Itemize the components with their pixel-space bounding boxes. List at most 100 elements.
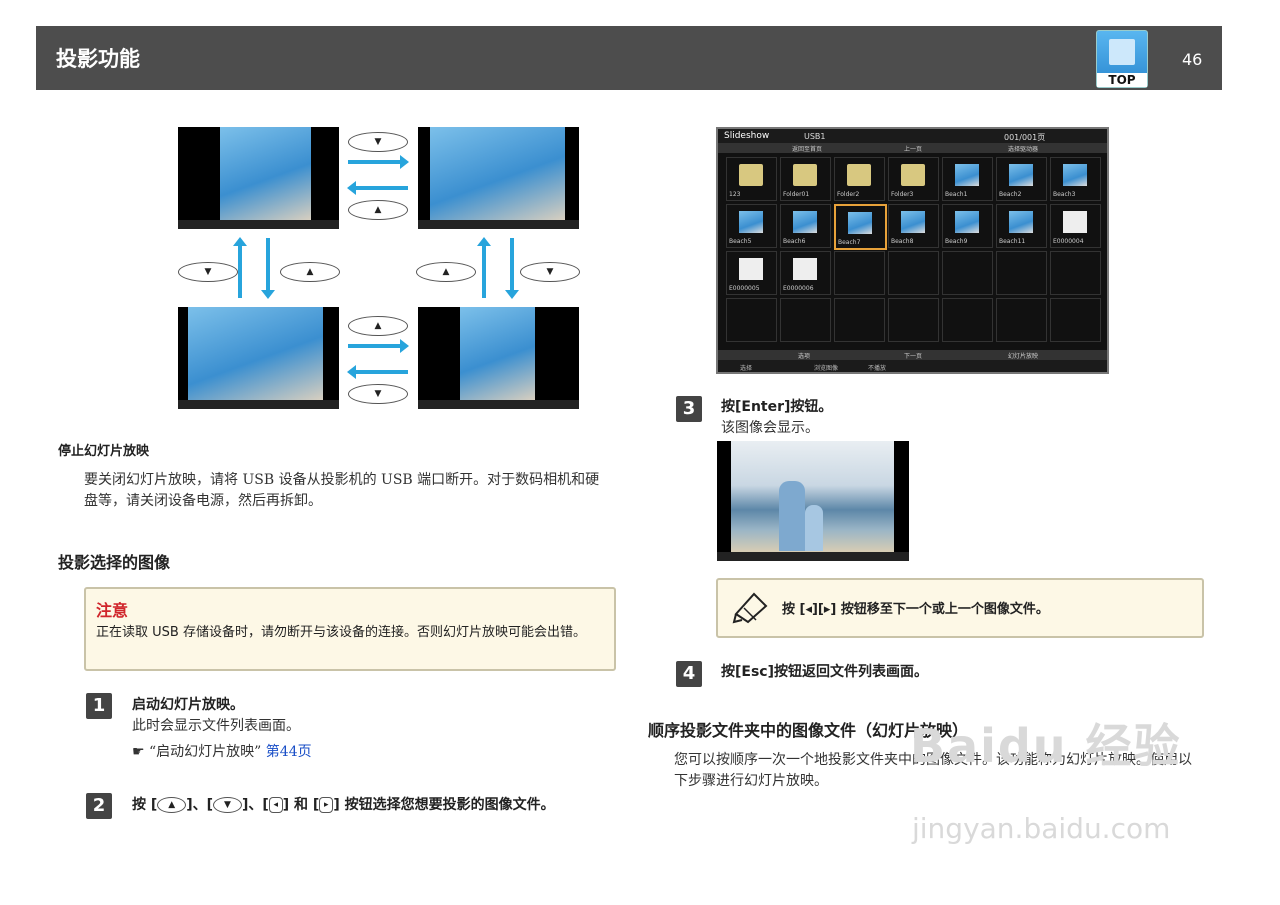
file-cell[interactable]	[834, 298, 885, 342]
reference-text: “启动幻灯片放映”	[149, 744, 262, 760]
file-cell[interactable]	[996, 298, 1047, 342]
footer-browse: 浏览图像	[814, 365, 839, 372]
down-button-icon: ▼	[348, 132, 408, 152]
file-cell[interactable]: Beach5	[726, 204, 777, 248]
file-name: Folder2	[837, 191, 860, 198]
press-prefix: 按	[132, 797, 146, 813]
image-thumbnail-icon	[1063, 164, 1087, 186]
projected-image-screenshot	[717, 441, 909, 561]
file-cell[interactable]: 123	[726, 157, 777, 201]
file-cell[interactable]	[780, 298, 831, 342]
file-name: Beach8	[891, 238, 914, 245]
unknown-file-icon	[739, 258, 763, 280]
image-thumbnail-icon	[955, 164, 979, 186]
step-1-reference: ☛ “启动幻灯片放映” 第44页	[132, 742, 312, 763]
arrow-down	[510, 238, 514, 290]
file-cell[interactable]	[942, 251, 993, 295]
page-link[interactable]: 第44页	[266, 744, 312, 760]
arrow-left-head	[347, 181, 356, 195]
arrow-down-head	[261, 290, 275, 299]
image-thumbnail-icon	[1009, 211, 1033, 233]
and-word: 和	[294, 797, 309, 813]
file-cell[interactable]: Beach8	[888, 204, 939, 248]
step-number-1: 1	[86, 693, 112, 719]
folder-icon	[739, 164, 763, 186]
up-button-icon: ▲	[416, 262, 476, 282]
arrow-up-head	[233, 237, 247, 246]
file-cell[interactable]: Beach6	[780, 204, 831, 248]
file-cell[interactable]: Beach2	[996, 157, 1047, 201]
up-button-icon: ▲	[157, 797, 187, 813]
photo	[188, 307, 323, 400]
step-number-2: 2	[86, 793, 112, 819]
hand-pointer-icon: ☛	[132, 744, 145, 760]
file-cell[interactable]	[1050, 298, 1101, 342]
file-name: E0000006	[783, 285, 814, 292]
page-title: 投影功能	[56, 47, 140, 71]
slideshow-footer: 选择 浏览图像 不播放	[718, 360, 1107, 372]
file-cell[interactable]	[726, 298, 777, 342]
footer-no-play: 不播放	[868, 365, 887, 372]
arrow-right	[348, 160, 400, 164]
file-name: Beach3	[1053, 191, 1076, 198]
down-button-icon: ▼	[178, 262, 238, 282]
arrow-up-head	[477, 237, 491, 246]
slideshow-nav-bar: 返回至首页 上一页 选择驱动器	[718, 143, 1107, 153]
status-bar	[418, 220, 579, 229]
file-name: Beach6	[783, 238, 806, 245]
start-slideshow-button[interactable]: 幻灯片放映	[1008, 351, 1038, 360]
file-cell[interactable]: E0000005	[726, 251, 777, 295]
file-cell[interactable]: E0000006	[780, 251, 831, 295]
folder-icon	[901, 164, 925, 186]
separator: 、	[248, 797, 263, 813]
folder-icon	[847, 164, 871, 186]
file-name: Beach11	[999, 238, 1026, 245]
file-name: 123	[729, 191, 741, 198]
arrow-left-head	[347, 365, 356, 379]
unknown-file-icon	[1063, 211, 1087, 233]
back-to-top-link[interactable]: 返回至首页	[792, 144, 822, 153]
down-button-icon: ▼	[213, 797, 242, 813]
file-cell[interactable]	[996, 251, 1047, 295]
image-thumbnail-icon	[955, 211, 979, 233]
father-figure	[779, 481, 805, 551]
top-button[interactable]: TOP	[1096, 30, 1148, 88]
options-button[interactable]: 选项	[798, 351, 810, 360]
file-cell[interactable]	[834, 251, 885, 295]
file-cell[interactable]	[942, 298, 993, 342]
arrow-up	[482, 246, 486, 298]
step-3-desc: 该图像会显示。	[721, 420, 819, 436]
photo	[460, 307, 535, 400]
page-down-link[interactable]: 下一页	[904, 351, 922, 360]
file-cell[interactable]: Folder3	[888, 157, 939, 201]
file-name: Beach5	[729, 238, 752, 245]
image-thumbnail-rotated-right	[418, 127, 579, 229]
page-up-link[interactable]: 上一页	[904, 144, 922, 153]
arrow-down-head	[505, 290, 519, 299]
file-cell[interactable]: Folder01	[780, 157, 831, 201]
file-cell[interactable]: Beach3	[1050, 157, 1101, 201]
file-cell[interactable]: Beach1	[942, 157, 993, 201]
slideshow-title: Slideshow	[724, 131, 770, 141]
file-cell[interactable]: Beach11	[996, 204, 1047, 248]
right-button-icon: ▸	[319, 797, 334, 813]
select-drive-button[interactable]: 选择驱动器	[1008, 144, 1038, 153]
step-number-4: 4	[676, 661, 702, 687]
status-bar	[178, 400, 339, 409]
unknown-file-icon	[793, 258, 817, 280]
file-name: Beach1	[945, 191, 968, 198]
down-button-icon: ▼	[520, 262, 580, 282]
file-cell[interactable]: Folder2	[834, 157, 885, 201]
file-cell[interactable]	[1050, 251, 1101, 295]
image-thumbnail-icon	[739, 211, 763, 233]
image-thumbnail-icon	[1009, 164, 1033, 186]
caution-body: 正在读取 USB 存储设备时，请勿断开与该设备的连接。否则幻灯片放映可能会出错。	[96, 625, 586, 640]
arrow-right-head	[400, 155, 409, 169]
file-cell[interactable]: Beach9	[942, 204, 993, 248]
file-name: Beach2	[999, 191, 1022, 198]
file-cell[interactable]: Beach7	[834, 204, 887, 250]
file-cell[interactable]	[888, 298, 939, 342]
file-cell[interactable]: E0000004	[1050, 204, 1101, 248]
image-thumbnail-rotated-left	[178, 307, 339, 409]
file-cell[interactable]	[888, 251, 939, 295]
